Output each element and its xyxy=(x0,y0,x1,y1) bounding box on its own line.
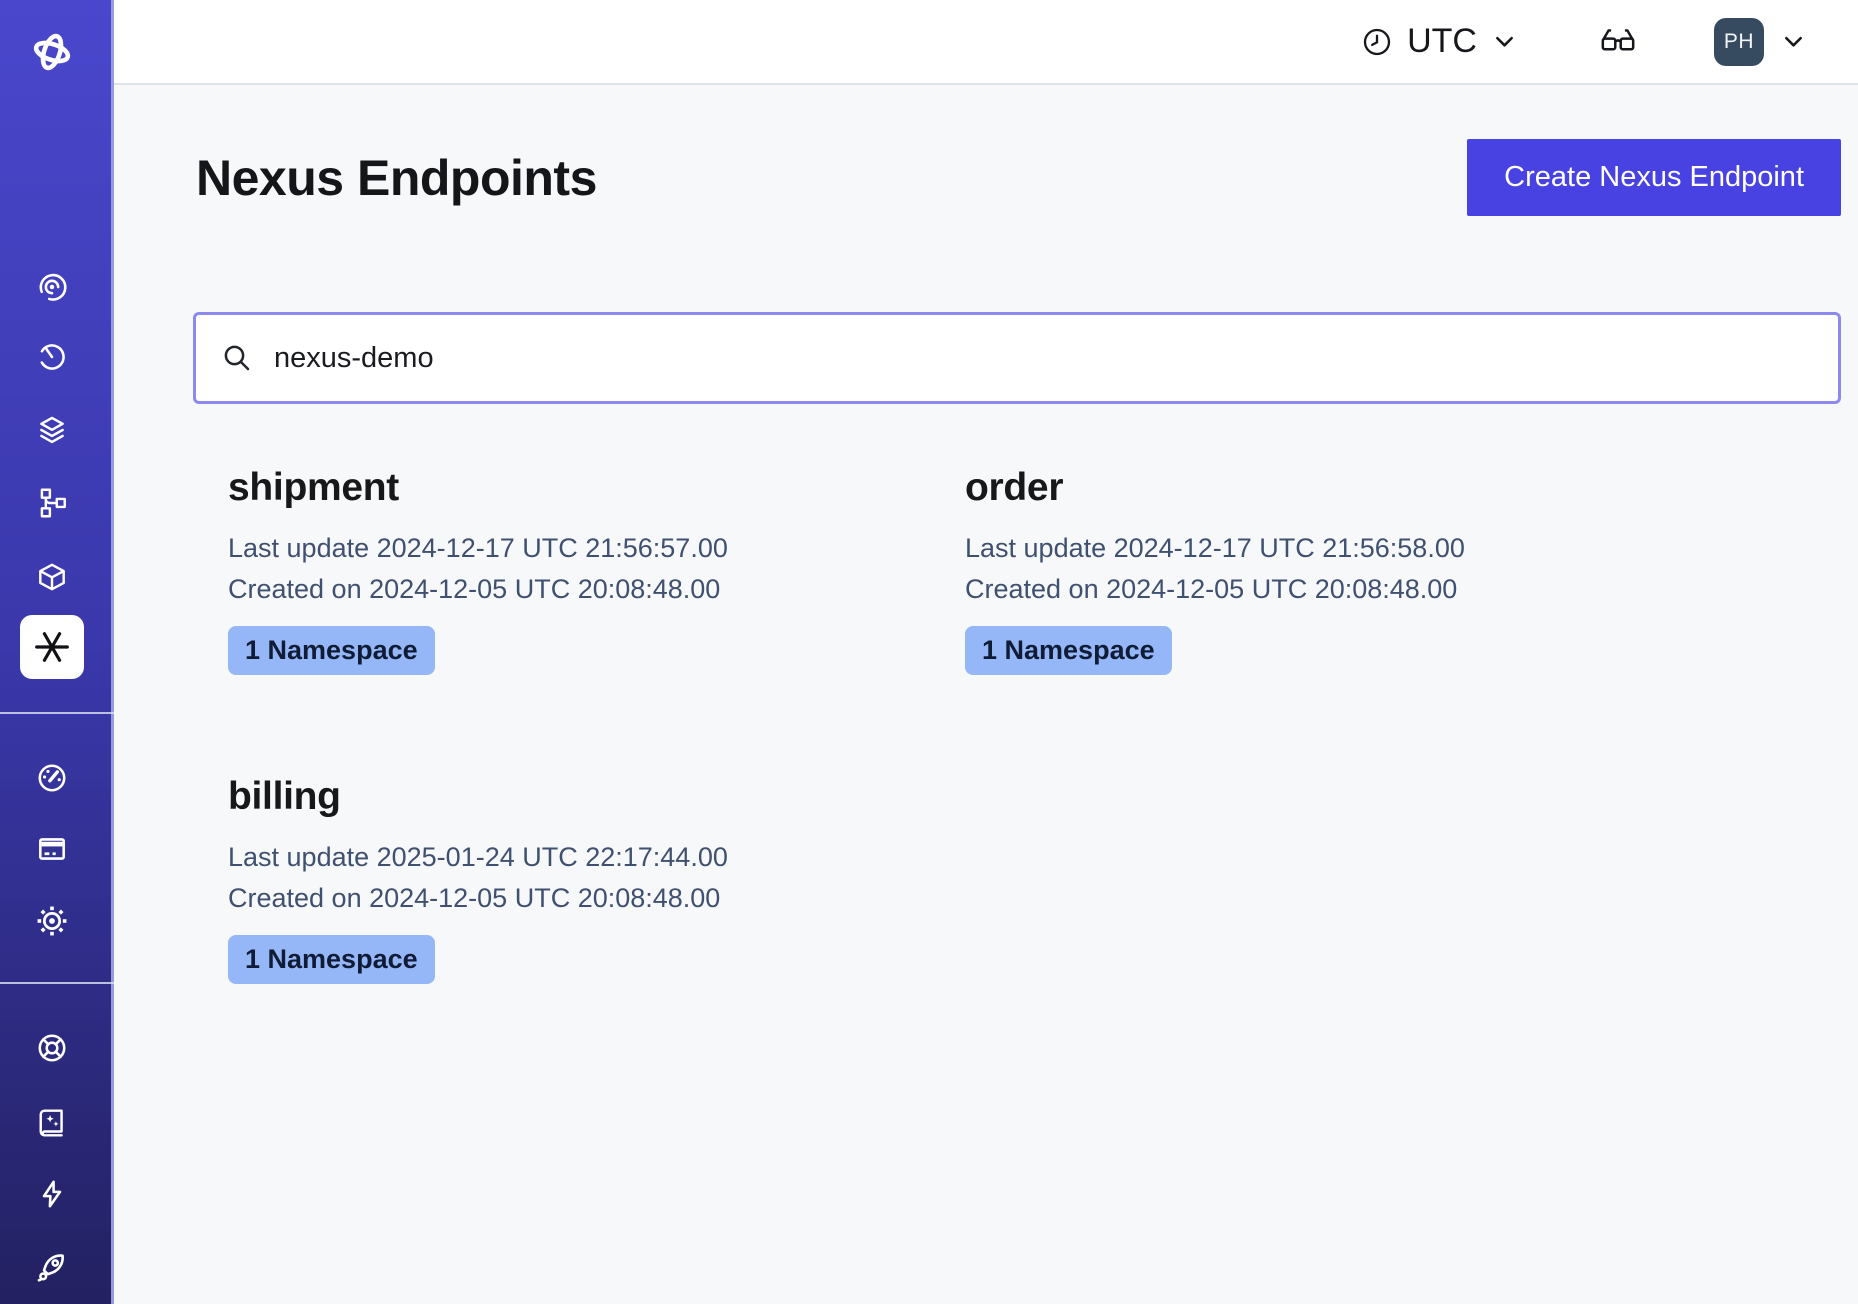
avatar-initials: PH xyxy=(1724,30,1754,54)
sidebar-item-schedules[interactable] xyxy=(35,340,69,374)
glasses-icon xyxy=(1598,25,1638,59)
timezone-selector[interactable]: UTC xyxy=(1361,22,1518,61)
sidebar-item-getting-started[interactable] xyxy=(34,1249,70,1285)
deployments-icon xyxy=(35,413,69,447)
endpoint-last-update: Last update 2024-12-17 UTC 21:56:57.00 xyxy=(228,528,930,569)
search-input[interactable] xyxy=(272,341,1813,376)
search-box xyxy=(193,312,1841,404)
endpoint-created: Created on 2024-12-05 UTC 20:08:48.00 xyxy=(228,878,930,919)
endpoint-created: Created on 2024-12-05 UTC 20:08:48.00 xyxy=(228,569,930,610)
clock-icon xyxy=(1361,26,1393,58)
sidebar-item-billing[interactable] xyxy=(35,832,69,866)
sidebar-item-nexus[interactable] xyxy=(20,615,84,679)
packages-icon xyxy=(35,560,69,594)
namespaces-icon xyxy=(35,270,69,304)
sidebar-item-settings[interactable] xyxy=(35,904,69,938)
namespace-count-badge: 1 Namespace xyxy=(965,626,1172,675)
temporal-logo-icon xyxy=(28,28,76,76)
endpoint-card[interactable]: order Last update 2024-12-17 UTC 21:56:5… xyxy=(930,466,1667,675)
sidebar-item-docs[interactable] xyxy=(35,1106,69,1140)
endpoint-name: shipment xyxy=(228,466,930,510)
getting-started-icon xyxy=(34,1249,70,1285)
labs-toggle[interactable] xyxy=(1598,25,1638,59)
nexus-icon xyxy=(33,628,71,666)
timezone-label: UTC xyxy=(1407,22,1477,61)
billing-icon xyxy=(35,832,69,866)
sidebar-item-deployments[interactable] xyxy=(35,413,69,447)
endpoint-card[interactable]: shipment Last update 2024-12-17 UTC 21:5… xyxy=(193,466,930,675)
top-header: UTC PH xyxy=(114,0,1858,85)
temporal-logo[interactable] xyxy=(28,28,76,76)
content-column: UTC PH xyxy=(114,0,1858,1304)
app-root: UTC PH xyxy=(0,0,1858,1304)
usage-icon xyxy=(35,761,69,795)
endpoint-last-update: Last update 2025-01-24 UTC 22:17:44.00 xyxy=(228,837,930,878)
sidebar-item-support[interactable] xyxy=(35,1031,69,1065)
endpoint-cards: shipment Last update 2024-12-17 UTC 21:5… xyxy=(193,466,1841,984)
title-row: Nexus Endpoints Create Nexus Endpoint xyxy=(193,139,1841,216)
namespace-count-badge: 1 Namespace xyxy=(228,935,435,984)
settings-icon xyxy=(35,904,69,938)
page-title: Nexus Endpoints xyxy=(196,149,597,207)
support-icon xyxy=(35,1031,69,1065)
sidebar-divider xyxy=(0,982,114,984)
namespace-count-badge: 1 Namespace xyxy=(228,626,435,675)
main-area: Nexus Endpoints Create Nexus Endpoint sh… xyxy=(114,85,1858,1304)
endpoint-card[interactable]: billing Last update 2025-01-24 UTC 22:17… xyxy=(193,775,930,984)
endpoint-name: order xyxy=(965,466,1667,510)
chevron-down-icon xyxy=(1491,28,1518,55)
sidebar-item-feedback[interactable] xyxy=(35,1177,69,1211)
account-menu[interactable]: PH xyxy=(1714,18,1807,66)
sidebar-item-namespaces[interactable] xyxy=(35,270,69,304)
endpoint-name: billing xyxy=(228,775,930,819)
sidebar-item-packages[interactable] xyxy=(35,560,69,594)
docs-icon xyxy=(35,1106,69,1140)
endpoint-created: Created on 2024-12-05 UTC 20:08:48.00 xyxy=(965,569,1667,610)
batch-operations-icon xyxy=(35,486,69,520)
sidebar-divider xyxy=(0,712,114,714)
chevron-down-icon xyxy=(1780,28,1807,55)
schedules-icon xyxy=(35,340,69,374)
endpoint-last-update: Last update 2024-12-17 UTC 21:56:58.00 xyxy=(965,528,1667,569)
sidebar-item-batch-operations[interactable] xyxy=(35,486,69,520)
avatar: PH xyxy=(1714,18,1764,66)
sidebar xyxy=(0,0,114,1304)
search-icon xyxy=(221,342,253,374)
sidebar-item-usage[interactable] xyxy=(35,761,69,795)
feedback-icon xyxy=(35,1177,69,1211)
create-nexus-endpoint-button[interactable]: Create Nexus Endpoint xyxy=(1467,139,1841,216)
